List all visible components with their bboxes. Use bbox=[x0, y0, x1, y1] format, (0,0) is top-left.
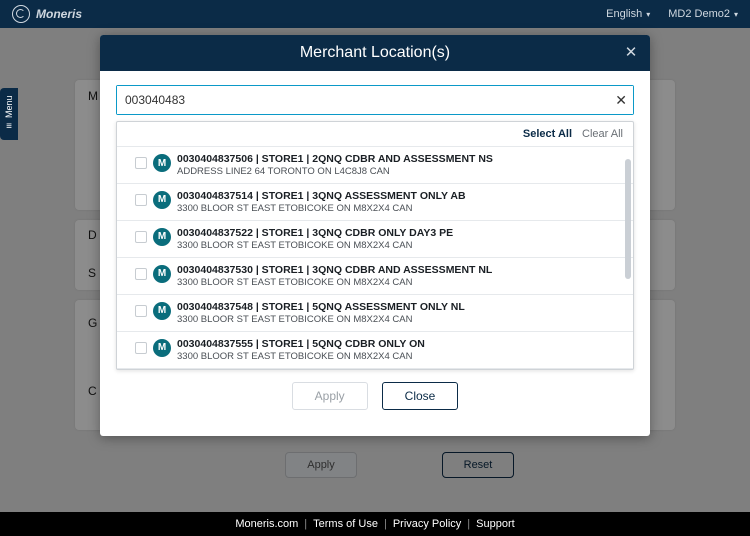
footer-link-support[interactable]: Support bbox=[476, 518, 515, 530]
hamburger-icon: ≡ bbox=[6, 121, 12, 132]
item-title: 0030404837522 | STORE1 | 3QNQ CDBR ONLY … bbox=[177, 227, 453, 240]
menu-label: Menu bbox=[4, 96, 14, 119]
merchant-badge-icon: M bbox=[153, 339, 171, 357]
user-menu[interactable]: MD2 Demo2▾ bbox=[668, 8, 738, 20]
page-footer: Moneris.com| Terms of Use| Privacy Polic… bbox=[0, 512, 750, 536]
item-subtitle: 3300 BLOOR ST EAST ETOBICOKE ON M8X2X4 C… bbox=[177, 277, 492, 288]
merchant-badge-icon: M bbox=[153, 228, 171, 246]
item-checkbox[interactable] bbox=[135, 305, 147, 317]
item-title: 0030404837530 | STORE1 | 3QNQ CDBR AND A… bbox=[177, 264, 492, 277]
footer-link-privacy[interactable]: Privacy Policy bbox=[393, 518, 461, 530]
merchant-list-item[interactable]: M 0030404837522 | STORE1 | 3QNQ CDBR ONLY… bbox=[117, 221, 633, 258]
merchant-badge-icon: M bbox=[153, 302, 171, 320]
modal-apply-button[interactable]: Apply bbox=[292, 382, 368, 410]
merchant-search-input[interactable] bbox=[117, 86, 633, 114]
top-bar: Moneris English▾ MD2 Demo2▾ bbox=[0, 0, 750, 28]
merchant-badge-icon: M bbox=[153, 265, 171, 283]
clear-all-button[interactable]: Clear All bbox=[582, 128, 623, 140]
item-subtitle: 3300 BLOOR ST EAST ETOBICOKE ON M8X2X4 C… bbox=[177, 240, 453, 251]
modal-header: Merchant Location(s) ✕ bbox=[100, 35, 650, 71]
footer-link-home[interactable]: Moneris.com bbox=[235, 518, 298, 530]
chevron-down-icon: ▾ bbox=[734, 10, 738, 19]
results-dropdown: Select All Clear All M 0030404837506 | ST… bbox=[116, 121, 634, 370]
merchant-list-item[interactable]: M 0030404837555 | STORE1 | 5QNQ CDBR ONLY… bbox=[117, 332, 633, 369]
brand-text: Moneris bbox=[36, 7, 82, 21]
chevron-down-icon: ▾ bbox=[646, 10, 650, 19]
item-subtitle: 3300 BLOOR ST EAST ETOBICOKE ON M8X2X4 C… bbox=[177, 351, 425, 362]
item-title: 0030404837514 | STORE1 | 3QNQ ASSESSMENT… bbox=[177, 190, 466, 203]
clear-search-icon[interactable]: ✕ bbox=[615, 92, 627, 109]
item-checkbox[interactable] bbox=[135, 157, 147, 169]
language-selector[interactable]: English▾ bbox=[606, 8, 650, 20]
item-title: 0030404837506 | STORE1 | 2QNQ CDBR AND A… bbox=[177, 153, 493, 166]
item-title: 0030404837548 | STORE1 | 5QNQ ASSESSMENT… bbox=[177, 301, 465, 314]
merchant-list-item[interactable]: M 0030404837506 | STORE1 | 2QNQ CDBR AND … bbox=[117, 147, 633, 184]
modal-close-button[interactable]: Close bbox=[382, 382, 459, 410]
merchant-list-item[interactable]: M 0030404837548 | STORE1 | 5QNQ ASSESSMEN… bbox=[117, 295, 633, 332]
search-field-wrap: ✕ bbox=[116, 85, 634, 115]
item-checkbox[interactable] bbox=[135, 268, 147, 280]
item-subtitle: 3300 BLOOR ST EAST ETOBICOKE ON M8X2X4 C… bbox=[177, 203, 466, 214]
item-title: 0030404837555 | STORE1 | 5QNQ CDBR ONLY … bbox=[177, 338, 425, 351]
footer-link-terms[interactable]: Terms of Use bbox=[313, 518, 378, 530]
brand-logo: Moneris bbox=[12, 5, 82, 23]
results-list: M 0030404837506 | STORE1 | 2QNQ CDBR AND … bbox=[117, 147, 633, 369]
merchant-location-modal: Merchant Location(s) ✕ ✕ Select All Clea… bbox=[100, 35, 650, 436]
merchant-badge-icon: M bbox=[153, 154, 171, 172]
item-checkbox[interactable] bbox=[135, 194, 147, 206]
merchant-list-item[interactable]: M 0030404837514 | STORE1 | 3QNQ ASSESSMEN… bbox=[117, 184, 633, 221]
item-subtitle: ADDRESS LINE2 64 TORONTO ON L4C8J8 CAN bbox=[177, 166, 493, 177]
merchant-list-item[interactable]: M 0030404837530 | STORE1 | 3QNQ CDBR AND … bbox=[117, 258, 633, 295]
select-all-button[interactable]: Select All bbox=[523, 128, 572, 140]
scrollbar-thumb[interactable] bbox=[625, 159, 631, 279]
item-checkbox[interactable] bbox=[135, 342, 147, 354]
item-subtitle: 3300 BLOOR ST EAST ETOBICOKE ON M8X2X4 C… bbox=[177, 314, 465, 325]
item-checkbox[interactable] bbox=[135, 231, 147, 243]
modal-title: Merchant Location(s) bbox=[300, 44, 450, 62]
menu-side-tab[interactable]: ≡ Menu bbox=[0, 88, 18, 140]
merchant-badge-icon: M bbox=[153, 191, 171, 209]
swirl-icon bbox=[12, 5, 30, 23]
close-icon[interactable]: ✕ bbox=[622, 43, 640, 61]
